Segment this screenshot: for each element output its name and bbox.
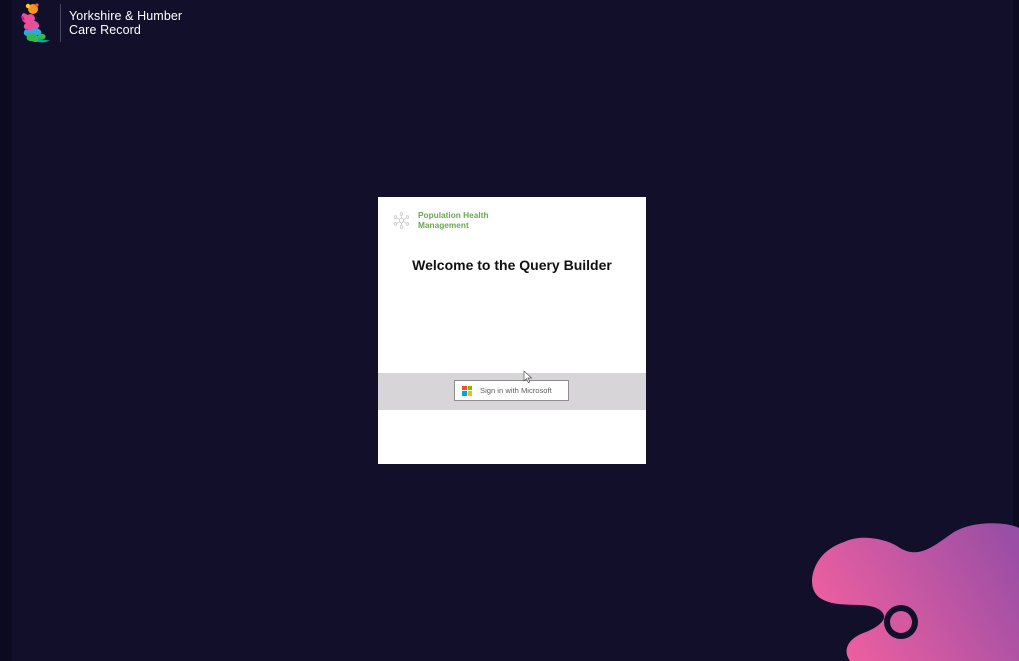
product-title: Population Health Management xyxy=(418,210,489,230)
brand-divider xyxy=(60,4,61,42)
phm-network-icon xyxy=(393,212,410,229)
sign-in-button-label: Sign in with Microsoft xyxy=(480,386,552,395)
left-edge-strip xyxy=(0,0,12,661)
brand-name-line2: Care Record xyxy=(69,23,141,37)
brand-name-line1: Yorkshire & Humber xyxy=(69,9,183,23)
product-title-line2: Management xyxy=(418,219,469,230)
brand-header: Yorkshire & Humber Care Record xyxy=(16,2,182,44)
decorative-blob-graphic xyxy=(812,523,1019,661)
sign-in-with-microsoft-button[interactable]: Sign in with Microsoft xyxy=(454,380,569,401)
welcome-heading: Welcome to the Query Builder xyxy=(412,257,612,273)
microsoft-logo-icon xyxy=(462,385,472,396)
login-card: Population Health Management Welcome to … xyxy=(378,197,646,464)
product-header: Population Health Management xyxy=(393,210,489,230)
signin-band: Sign in with Microsoft xyxy=(378,373,646,410)
brand-name: Yorkshire & Humber Care Record xyxy=(69,9,182,37)
login-page: Yorkshire & Humber Care Record Populatio… xyxy=(0,0,1019,661)
mouse-cursor-icon xyxy=(523,370,533,384)
yhcr-logo-icon xyxy=(21,3,50,43)
